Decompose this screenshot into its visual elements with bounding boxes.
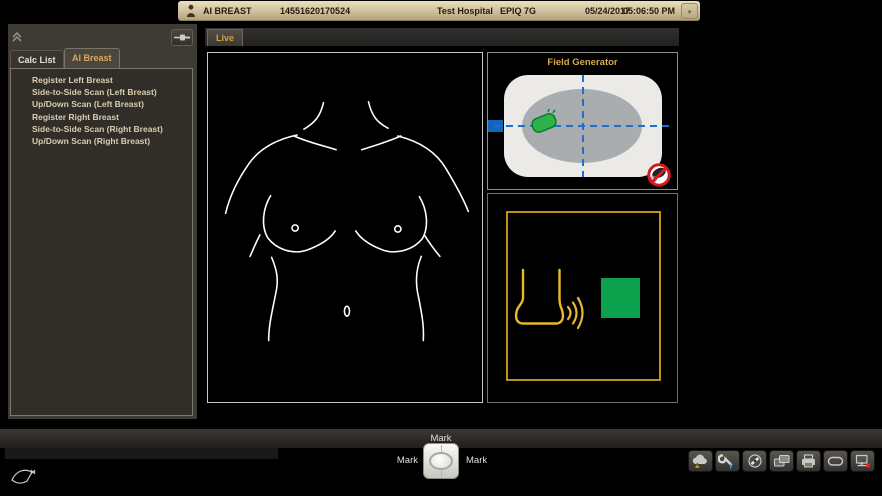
sensor-status-panel — [487, 193, 678, 403]
trackball-left-label: Mark — [396, 455, 418, 466]
tab-live[interactable]: Live — [207, 29, 243, 46]
svg-text:i: i — [730, 460, 733, 470]
capsule-icon — [827, 456, 844, 466]
field-generator-graphic — [488, 75, 671, 187]
protocol-list: Register Left Breast Side-to-Side Scan (… — [10, 68, 193, 416]
workstation-offline-icon — [855, 454, 870, 467]
exam-id: 14551620170524 — [280, 5, 351, 16]
images-icon — [774, 455, 790, 467]
header-bar: AI BREAST 14551620170524 Test Hospital E… — [178, 1, 700, 21]
trackball-substrip — [5, 448, 278, 459]
header-dropdown-button[interactable]: ▼ — [681, 3, 698, 19]
protocol-item-register-right[interactable]: Register Right Breast — [11, 111, 192, 123]
patient-icon — [186, 4, 196, 18]
probe-outline-icon — [514, 268, 565, 325]
review-images-button[interactable] — [769, 450, 794, 472]
tab-ai-breast[interactable]: AI Breast — [64, 48, 120, 68]
print-button[interactable] — [796, 450, 821, 472]
cloud-warning-button[interactable] — [688, 450, 713, 472]
trackball-ball-icon — [429, 452, 453, 470]
sector-orientation-icon — [10, 466, 36, 486]
sound-waves-icon — [566, 296, 584, 330]
capsule-button[interactable] — [823, 450, 848, 472]
sensor-green-square — [601, 278, 640, 318]
protocol-item-updown-right[interactable]: Up/Down Scan (Right Breast) — [11, 135, 192, 147]
pin-icon — [174, 34, 190, 41]
system-name: EPIQ 7G — [500, 5, 537, 16]
tab-calc-list[interactable]: Calc List — [10, 50, 64, 68]
wrench-info-icon: i — [718, 453, 733, 470]
protocol-item-sts-right[interactable]: Side-to-Side Scan (Right Breast) — [11, 123, 192, 135]
sensor-status-graphic — [506, 211, 661, 381]
service-button[interactable]: i — [715, 450, 740, 472]
cloud-warning-icon — [692, 454, 707, 468]
time-text: 05:06:50 PM — [623, 5, 676, 16]
sidebar: Calc List AI Breast Register Left Breast… — [8, 24, 197, 419]
no-metal-warning-icon — [647, 163, 671, 187]
chevron-down-icon: ▼ — [686, 10, 693, 16]
pin-button[interactable] — [171, 29, 193, 46]
disc-icon — [747, 454, 762, 468]
protocol-item-register-left[interactable]: Register Left Breast — [11, 74, 192, 86]
app-title: AI BREAST — [203, 5, 252, 16]
image-tab-strip: Live — [205, 28, 679, 46]
collapse-chevron-icon[interactable] — [10, 30, 26, 46]
protocol-item-sts-left[interactable]: Side-to-Side Scan (Left Breast) — [11, 86, 192, 98]
trackball-widget[interactable] — [423, 443, 459, 479]
workstation-button[interactable] — [850, 450, 875, 472]
breast-body-diagram — [224, 100, 470, 342]
trackball-right-label: Mark — [466, 455, 488, 466]
hospital-name: Test Hospital — [437, 5, 493, 16]
protocol-item-updown-left[interactable]: Up/Down Scan (Left Breast) — [11, 98, 192, 110]
printer-icon — [802, 454, 815, 468]
field-generator-panel: Field Generator — [487, 52, 678, 190]
disc-button[interactable] — [742, 450, 767, 472]
body-diagram-panel — [207, 52, 483, 403]
